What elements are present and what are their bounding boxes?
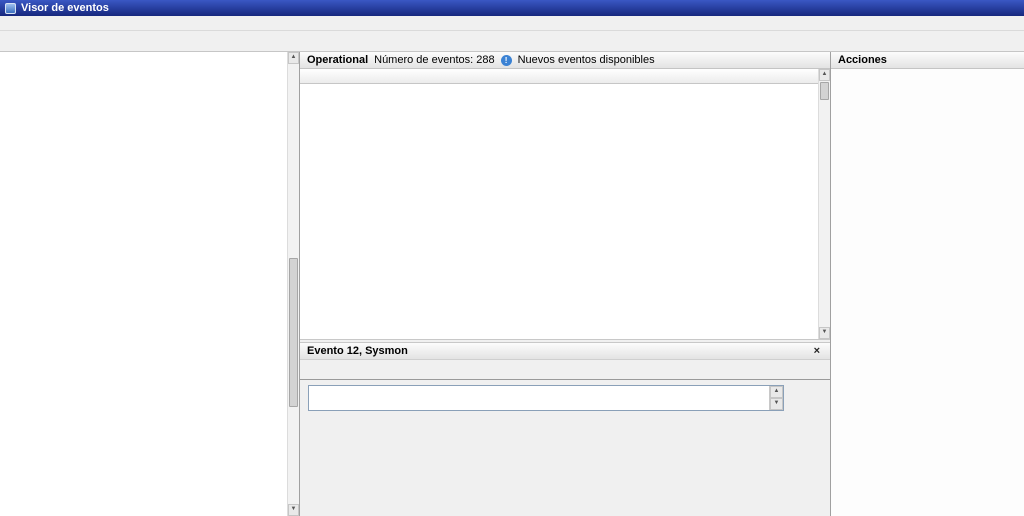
scroll-up-icon[interactable]: [819, 69, 830, 81]
log-title: Operational: [307, 54, 369, 66]
main-content: Operational Número de eventos: 288 Nuevo…: [0, 52, 1024, 516]
close-icon[interactable]: [811, 345, 823, 357]
scroll-down-icon[interactable]: [288, 504, 299, 516]
scroll-track[interactable]: [288, 64, 299, 504]
tree-scrollbar[interactable]: [287, 52, 299, 516]
details-content: [300, 380, 830, 516]
scroll-track[interactable]: [819, 81, 830, 327]
event-list: [300, 69, 830, 339]
results-pane: Operational Número de eventos: 288 Nuevo…: [300, 52, 831, 516]
scroll-up-icon[interactable]: [770, 386, 783, 398]
toolbar: [0, 31, 1024, 52]
scroll-up-icon[interactable]: [288, 52, 299, 64]
window-title: Visor de eventos: [21, 2, 109, 14]
event-list-scrollbar[interactable]: [818, 69, 830, 339]
details-title: Evento 12, Sysmon: [307, 345, 408, 357]
actions-pane: Acciones: [831, 52, 1024, 516]
scroll-thumb[interactable]: [820, 82, 829, 100]
console-tree-panel: [0, 52, 300, 516]
details-header: Evento 12, Sysmon: [300, 343, 830, 360]
new-events-label: Nuevos eventos disponibles: [517, 54, 655, 66]
log-header: Operational Número de eventos: 288 Nuevo…: [300, 52, 830, 69]
scroll-thumb[interactable]: [289, 257, 298, 408]
title-bar[interactable]: Visor de eventos: [0, 0, 1024, 16]
details-tabs: [300, 360, 830, 380]
app-icon: [5, 2, 16, 14]
scroll-down-icon[interactable]: [770, 398, 783, 410]
event-details-pane: Evento 12, Sysmon: [300, 343, 830, 516]
event-message-box[interactable]: [308, 385, 784, 411]
console-tree: [0, 52, 287, 516]
event-count-label: Número de eventos: 288: [374, 54, 495, 66]
actions-title: Acciones: [831, 52, 1024, 69]
menu-bar: [0, 16, 1024, 31]
message-scrollbar[interactable]: [769, 386, 783, 410]
new-events-icon: [500, 54, 512, 66]
event-list-body: [300, 84, 818, 339]
scroll-down-icon[interactable]: [819, 327, 830, 339]
event-message-text: [309, 386, 769, 410]
event-list-header: [300, 69, 818, 84]
event-viewer-window: Visor de eventos Operational Número de e…: [0, 0, 1024, 516]
